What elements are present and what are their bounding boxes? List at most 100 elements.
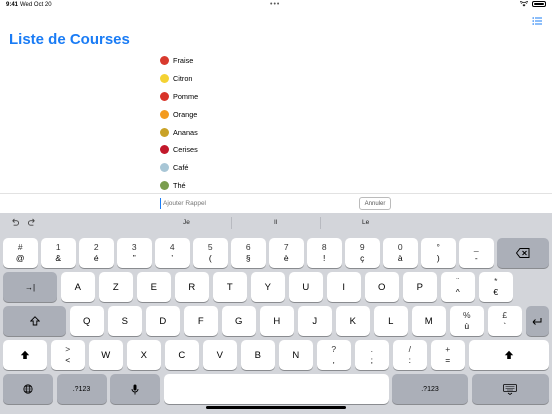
key-r[interactable]: R bbox=[174, 272, 209, 302]
key-j[interactable]: J bbox=[297, 306, 332, 336]
reminder-bar: Annuler bbox=[0, 193, 552, 213]
key[interactable]: £ ` bbox=[487, 306, 522, 336]
home-indicator bbox=[206, 406, 346, 409]
key-p[interactable]: P bbox=[402, 272, 437, 302]
list-item[interactable]: Thé bbox=[160, 177, 360, 195]
key-v[interactable]: V bbox=[202, 340, 237, 370]
list-item-label: Orange bbox=[173, 109, 198, 119]
key-shift-char: . bbox=[370, 344, 373, 354]
key[interactable]: % ù bbox=[449, 306, 484, 336]
key-x[interactable]: X bbox=[126, 340, 161, 370]
key-char: à bbox=[397, 253, 403, 263]
keyboard-dismiss-icon bbox=[503, 383, 518, 395]
suggestion-word[interactable]: Il bbox=[274, 219, 277, 226]
key-h[interactable]: H bbox=[259, 306, 294, 336]
numbers-key[interactable]: .?123 bbox=[56, 374, 107, 404]
list-item[interactable]: Café bbox=[160, 159, 360, 177]
key-y[interactable]: Y bbox=[250, 272, 285, 302]
list-view-icon[interactable] bbox=[532, 16, 542, 26]
tea-icon bbox=[160, 180, 169, 190]
key-t[interactable]: T bbox=[212, 272, 247, 302]
key[interactable]: °) bbox=[421, 238, 456, 268]
page-title: Liste de Courses bbox=[9, 31, 130, 48]
key-f[interactable]: F bbox=[183, 306, 218, 336]
key-a[interactable]: A bbox=[60, 272, 95, 302]
list-item[interactable]: Cerises bbox=[160, 141, 360, 159]
coffee-icon bbox=[160, 163, 169, 173]
list-item-label: Café bbox=[173, 163, 189, 173]
key-z[interactable]: Z bbox=[98, 272, 133, 302]
key[interactable]: /: bbox=[392, 340, 427, 370]
key-g[interactable]: G bbox=[221, 306, 256, 336]
key[interactable]: 1 & bbox=[41, 238, 76, 268]
key-shift-char: 3 bbox=[131, 242, 137, 252]
key[interactable]: + = bbox=[430, 340, 465, 370]
key-u[interactable]: U bbox=[288, 272, 323, 302]
key-b[interactable]: B bbox=[240, 340, 275, 370]
key[interactable]: 0à bbox=[383, 238, 418, 268]
key-char: ’ bbox=[171, 253, 174, 263]
key-char: < bbox=[65, 355, 71, 365]
shift-key-right[interactable] bbox=[468, 340, 549, 370]
cherries-icon bbox=[160, 145, 169, 155]
list-item[interactable]: Orange bbox=[160, 105, 360, 123]
caps-lock-key[interactable] bbox=[3, 306, 66, 336]
key-s[interactable]: S bbox=[107, 306, 142, 336]
key-c[interactable]: C bbox=[164, 340, 199, 370]
strawberry-icon bbox=[160, 56, 169, 66]
key[interactable]: # @ bbox=[3, 238, 38, 268]
key[interactable]: 3” bbox=[117, 238, 152, 268]
status-icons bbox=[520, 1, 546, 7]
list-item[interactable]: Ananas bbox=[160, 123, 360, 141]
list-item[interactable]: Citron bbox=[160, 70, 360, 88]
suggestion-word[interactable]: Le bbox=[362, 219, 369, 226]
key[interactable]: > < bbox=[50, 340, 85, 370]
key-shift-char: > bbox=[65, 344, 71, 354]
key[interactable]: .; bbox=[354, 340, 389, 370]
key-q[interactable]: Q bbox=[69, 306, 104, 336]
suggestion-word[interactable]: Je bbox=[183, 219, 190, 226]
key-m[interactable]: M bbox=[411, 306, 446, 336]
globe-key[interactable] bbox=[3, 374, 53, 404]
key-shift-char: ¨ bbox=[456, 276, 460, 286]
key-k[interactable]: K bbox=[335, 306, 370, 336]
shift-key-left[interactable] bbox=[3, 340, 47, 370]
redo-icon[interactable] bbox=[28, 218, 37, 227]
key-w[interactable]: W bbox=[88, 340, 123, 370]
key-n[interactable]: N bbox=[278, 340, 313, 370]
tab-icon: →| bbox=[24, 282, 36, 292]
space-bar[interactable] bbox=[163, 374, 389, 404]
key-i[interactable]: I bbox=[326, 272, 361, 302]
key[interactable]: 7è bbox=[269, 238, 304, 268]
tab-key[interactable]: →| bbox=[3, 272, 57, 302]
key[interactable]: ?, bbox=[316, 340, 351, 370]
numbers-key-right[interactable]: .?123 bbox=[392, 374, 468, 404]
key-char: - bbox=[474, 253, 478, 263]
key[interactable]: 8! bbox=[307, 238, 342, 268]
key[interactable]: 6 § bbox=[231, 238, 266, 268]
undo-icon[interactable] bbox=[10, 218, 19, 227]
dictation-key[interactable] bbox=[110, 374, 160, 404]
key[interactable]: ¨ ^ bbox=[440, 272, 475, 302]
key[interactable]: * € bbox=[478, 272, 513, 302]
list-item[interactable]: Pomme bbox=[160, 88, 360, 106]
return-key[interactable] bbox=[525, 306, 549, 336]
key[interactable]: 9ç bbox=[345, 238, 380, 268]
key-e[interactable]: E bbox=[136, 272, 171, 302]
delete-key[interactable] bbox=[497, 238, 549, 268]
add-reminder-input[interactable] bbox=[160, 198, 350, 209]
key-char: ” bbox=[132, 253, 136, 263]
pineapple-icon bbox=[160, 127, 169, 137]
cancel-button[interactable]: Annuler bbox=[359, 197, 391, 210]
list-item-label: Citron bbox=[173, 74, 193, 84]
keyboard-dismiss-key[interactable] bbox=[471, 374, 549, 404]
key[interactable]: _ - bbox=[459, 238, 494, 268]
key-d[interactable]: D bbox=[145, 306, 180, 336]
multitasking-dots-icon[interactable]: ••• bbox=[270, 1, 280, 8]
key-l[interactable]: L bbox=[373, 306, 408, 336]
key[interactable]: 4’ bbox=[155, 238, 190, 268]
key-o[interactable]: O bbox=[364, 272, 399, 302]
key[interactable]: 5( bbox=[193, 238, 228, 268]
key[interactable]: 2é bbox=[79, 238, 114, 268]
list-item[interactable]: Fraise bbox=[160, 52, 360, 70]
